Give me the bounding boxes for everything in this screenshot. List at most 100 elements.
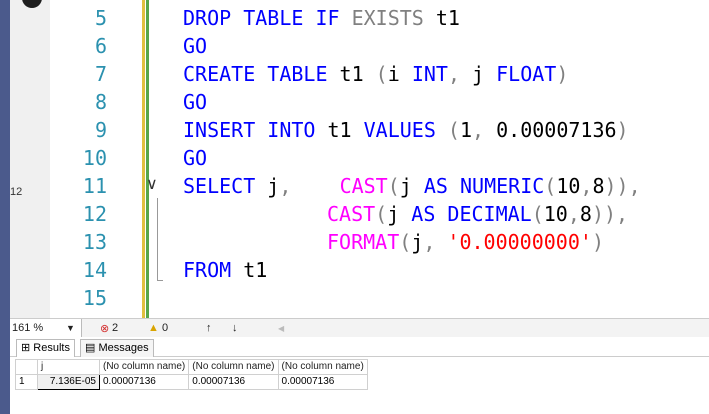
- code-token: 0.00007136: [484, 118, 617, 142]
- code-token: ): [591, 230, 604, 254]
- code-token: (: [544, 174, 557, 198]
- code-token: 8: [579, 202, 592, 226]
- grid-cell[interactable]: 7.136E-05: [37, 374, 100, 390]
- code-token: t1: [243, 258, 268, 282]
- code-token: )): [591, 202, 617, 226]
- code-token: 10: [543, 202, 568, 226]
- tab-results[interactable]: ⊞ Results: [16, 339, 75, 357]
- code-token: AS: [399, 202, 436, 226]
- line-number: 7: [94, 62, 107, 86]
- line-number: 8: [94, 90, 107, 114]
- results-grid[interactable]: j (No column name) (No column name) (No …: [15, 359, 368, 390]
- code-token: 8: [592, 174, 605, 198]
- code-token: FROM: [183, 258, 244, 282]
- code-token: t1: [423, 6, 460, 30]
- code-token: DECIMAL: [435, 202, 532, 226]
- code-token: (: [375, 202, 388, 226]
- line-number: 14: [82, 258, 107, 282]
- results-tab-strip: ⊞ Results ▤ Messages: [10, 337, 709, 357]
- column-header[interactable]: (No column name): [188, 359, 279, 375]
- code-token: ): [556, 62, 569, 86]
- arrow-up-icon[interactable]: ↑: [206, 322, 212, 334]
- grid-cell[interactable]: 0.00007136: [98, 374, 190, 390]
- code-token: SELECT: [183, 174, 268, 198]
- code-line: 12 CAST(j AS DECIMAL(10,8)),: [50, 200, 709, 228]
- line-number: 15: [82, 286, 107, 310]
- editor-status-bar: 161 % ▼ ⊗ 2 ▲ 0 ↑ ↓ ◀: [10, 318, 709, 337]
- code-line: 8 GO: [50, 88, 709, 116]
- editor-gutter: 12: [10, 0, 50, 318]
- error-icon[interactable]: ⊗: [100, 322, 109, 335]
- warning-count: 0: [162, 322, 169, 334]
- breakpoint-icon[interactable]: [22, 0, 42, 8]
- line-number: 12: [82, 202, 107, 226]
- code-token: j: [411, 230, 424, 254]
- left-window-strip: [0, 0, 10, 414]
- code-token: INT: [399, 62, 448, 86]
- line-number: 5: [94, 6, 107, 30]
- line-number: 10: [82, 146, 107, 170]
- messages-icon: ▤: [85, 342, 96, 354]
- column-header[interactable]: (No column name): [277, 359, 368, 375]
- fold-guide-line: [157, 198, 158, 280]
- code-token: EXISTS: [351, 6, 424, 30]
- code-token: t1: [327, 118, 352, 142]
- row-number[interactable]: 1: [15, 374, 38, 390]
- table-row: 1 7.136E-05 0.00007136 0.00007136 0.0000…: [15, 374, 368, 390]
- zoom-dropdown[interactable]: 161 % ▼: [10, 319, 82, 337]
- line-number: 6: [94, 34, 107, 58]
- code-token: FORMAT: [327, 230, 400, 254]
- code-token: j: [399, 174, 412, 198]
- code-token: (: [399, 230, 412, 254]
- warning-icon[interactable]: ▲: [148, 322, 159, 334]
- zoom-value: 161 %: [12, 322, 44, 334]
- code-token: VALUES: [351, 118, 436, 142]
- fold-guide-end: [157, 280, 163, 281]
- line-number: 11: [82, 174, 107, 198]
- code-token: i: [387, 62, 400, 86]
- code-editor[interactable]: 5 DROP TABLE IF EXISTS t1 6 GO 7 CREATE …: [50, 0, 709, 318]
- gutter-label: 12: [10, 186, 23, 198]
- code-token: (: [531, 202, 544, 226]
- chevron-down-icon: ▼: [66, 323, 75, 333]
- code-line: 10 GO: [50, 144, 709, 172]
- code-token: AS: [411, 174, 448, 198]
- code-token: GO: [183, 34, 208, 58]
- code-token: ,: [628, 174, 641, 198]
- code-token: CAST: [327, 202, 376, 226]
- code-token: )): [604, 174, 629, 198]
- code-token: ,: [423, 230, 436, 254]
- code-token: (: [387, 174, 400, 198]
- grid-cell[interactable]: 0.00007136: [188, 374, 279, 390]
- arrow-down-icon[interactable]: ↓: [232, 322, 238, 334]
- tab-messages[interactable]: ▤ Messages: [80, 339, 154, 357]
- code-token: j: [267, 174, 280, 198]
- code-token: ,: [580, 174, 593, 198]
- tab-results-label: Results: [33, 342, 70, 354]
- code-token: GO: [183, 146, 208, 170]
- code-line: 14 FROM t1: [50, 256, 709, 284]
- code-line: 6 GO: [50, 32, 709, 60]
- code-token: INSERT INTO: [183, 118, 328, 142]
- code-token: (: [435, 118, 460, 142]
- line-number: 13: [82, 230, 107, 254]
- code-token: NUMERIC: [447, 174, 545, 198]
- code-token: j: [387, 202, 400, 226]
- scroll-left-icon[interactable]: ◀: [278, 324, 284, 333]
- code-token: 10: [556, 174, 581, 198]
- code-token: j: [460, 62, 485, 86]
- collapse-chevron-icon[interactable]: ∨: [146, 174, 158, 193]
- grid-cell[interactable]: 0.00007136: [277, 374, 368, 390]
- code-token: ,: [447, 62, 460, 86]
- column-header[interactable]: j: [37, 359, 100, 375]
- code-line: 15: [50, 284, 709, 312]
- code-token: (: [363, 62, 388, 86]
- grid-icon: ⊞: [21, 342, 31, 354]
- code-token: ,: [279, 174, 292, 198]
- code-line: 13 FORMAT(j, '0.00000000'): [50, 228, 709, 256]
- grid-header-row: j (No column name) (No column name) (No …: [15, 359, 368, 375]
- error-count: 2: [112, 322, 119, 334]
- column-header[interactable]: (No column name): [98, 359, 190, 375]
- corner-cell[interactable]: [15, 359, 38, 375]
